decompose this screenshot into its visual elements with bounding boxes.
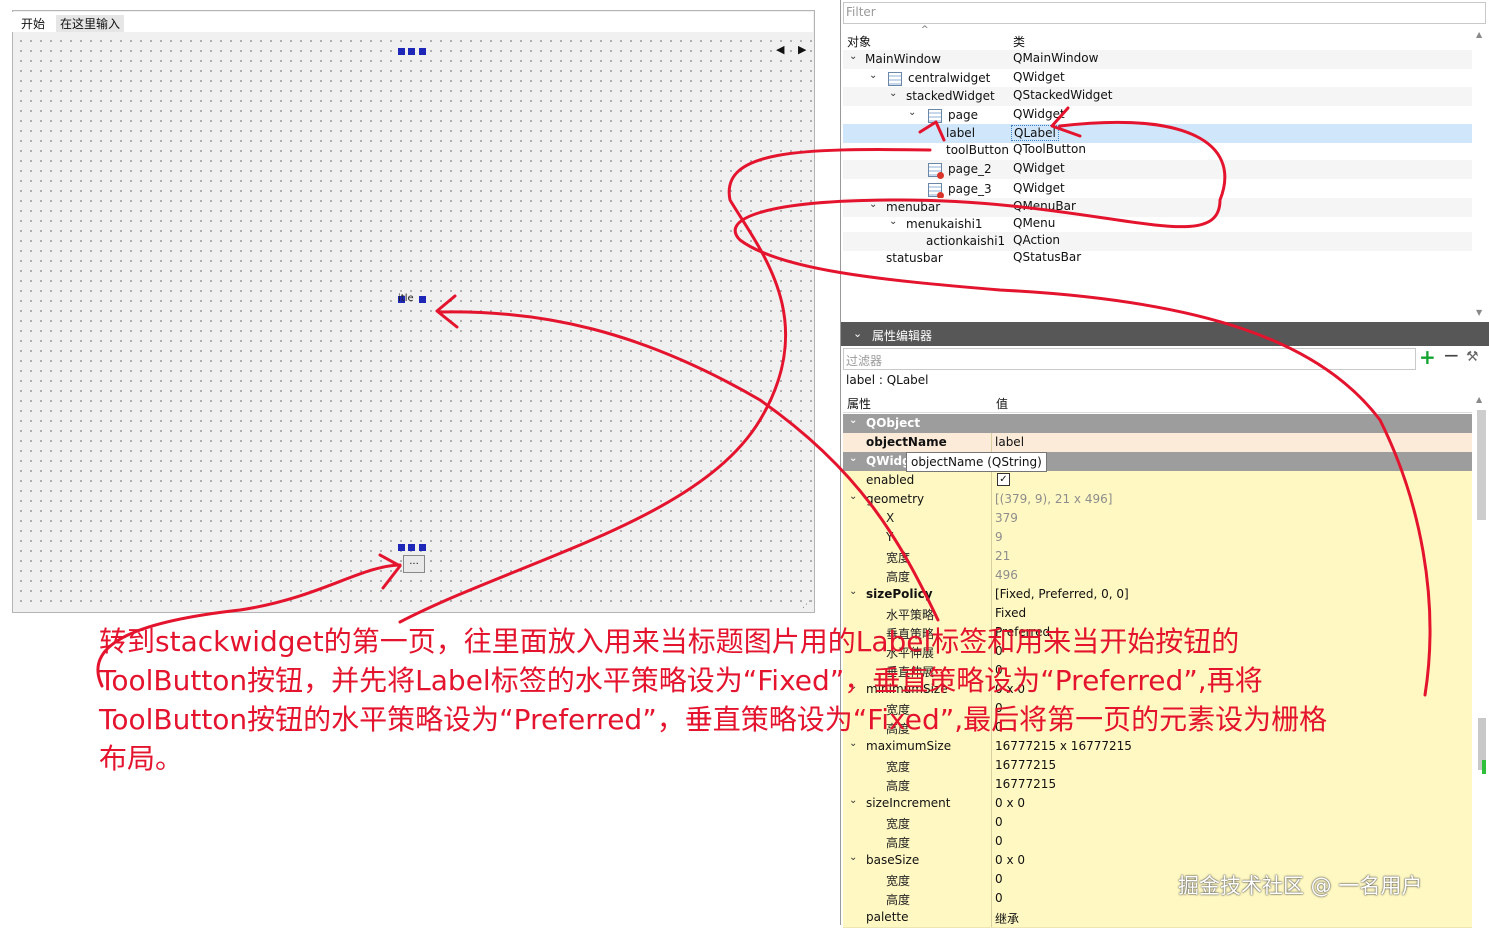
annotation-line: ToolButton按钮的水平策略设为“Preferred”，垂直策略设为“Fi…	[99, 703, 1328, 736]
annotation-line: 布局。	[99, 742, 184, 775]
arrow-head-page	[918, 120, 946, 142]
annotation-text: 转到stackwidget的第一页，往里面放入用来当标题图片用的Label标签和…	[99, 622, 1469, 778]
hand-drawn-arrows	[96, 106, 1432, 697]
annotation-line: 转到stackwidget的第一页，往里面放入用来当标题图片用的Label标签和…	[99, 625, 1240, 658]
watermark: 掘金技术社区 @ 一名用户	[1178, 874, 1423, 898]
arrow-to-title-label	[438, 310, 940, 622]
annotation-line: ToolButton按钮，并先将Label标签的水平策略设为“Fixed”，垂直…	[99, 664, 1263, 697]
arrow-head-label	[1050, 106, 1082, 138]
arrow-from-fixed-to-label	[733, 121, 1432, 697]
arrow-head-tool-button	[378, 553, 402, 590]
arrow-from-text-to-page	[398, 148, 932, 624]
